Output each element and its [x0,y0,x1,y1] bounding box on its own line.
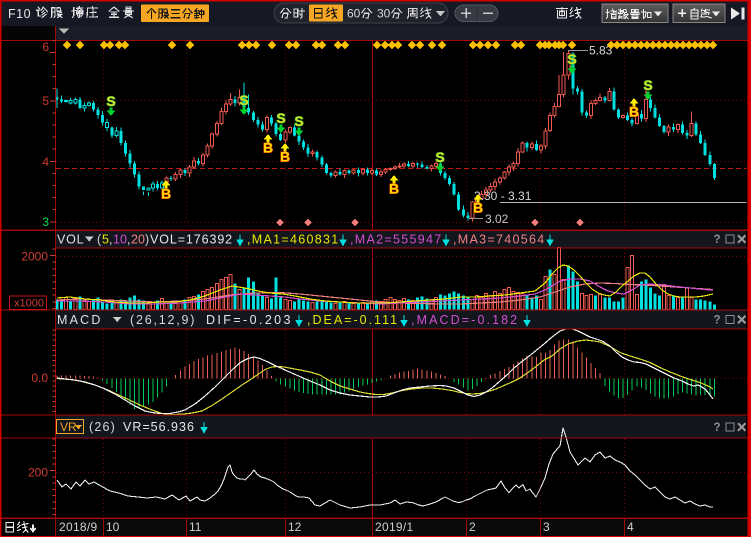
svg-text:2019/1: 2019/1 [375,520,414,534]
svg-text:2018/9: 2018/9 [59,520,98,534]
svg-text:?: ? [713,315,720,327]
svg-text:VOL: VOL [57,233,84,247]
svg-text:2: 2 [469,520,476,534]
svg-text:,: , [127,233,130,247]
svg-text:3: 3 [42,215,49,229]
svg-text:S: S [276,110,285,126]
svg-text:5: 5 [42,94,49,108]
svg-text:S: S [106,93,115,109]
svg-text:,MA3=740564: ,MA3=740564 [453,233,546,247]
svg-text:,: , [109,233,112,247]
svg-text:,MA1=460831: ,MA1=460831 [247,233,340,247]
svg-text:B: B [473,200,483,216]
svg-text:VOL=176392: VOL=176392 [150,233,233,247]
svg-text:11: 11 [189,520,202,534]
svg-text:S: S [294,113,303,129]
svg-text:6: 6 [42,40,49,54]
svg-text:DIF=-0.203: DIF=-0.203 [206,313,293,327]
svg-text:4: 4 [42,155,49,169]
svg-text:S: S [239,92,248,108]
svg-text:?: ? [713,422,720,434]
svg-text:S: S [567,51,576,67]
svg-text:(26,12,9): (26,12,9) [130,313,196,327]
svg-text:,DEA=-0.111: ,DEA=-0.111 [307,313,399,327]
svg-text:2000: 2000 [21,250,48,264]
svg-text:(26): (26) [89,420,116,434]
svg-text:60: 60 [347,7,361,21]
svg-text:VR=56.936: VR=56.936 [123,420,195,434]
svg-text:B: B [161,186,171,202]
svg-text:?: ? [713,234,720,246]
svg-text:4: 4 [627,520,634,534]
svg-text:B: B [629,104,639,120]
svg-text:): ) [145,233,149,247]
svg-text:S: S [643,77,652,93]
svg-text:3.02: 3.02 [485,212,509,226]
svg-text:B: B [280,149,290,165]
svg-text:0.0: 0.0 [31,371,48,385]
svg-text:MACD: MACD [57,313,103,327]
svg-text:VR: VR [60,420,77,434]
svg-text:,MA2=555947: ,MA2=555947 [350,233,443,247]
svg-text:F10: F10 [8,7,31,21]
svg-text:12: 12 [288,520,302,534]
svg-text:S: S [435,149,444,165]
svg-text:x1000: x1000 [14,298,44,310]
svg-text:20: 20 [131,233,145,247]
svg-text:,MACD=-0.182: ,MACD=-0.182 [411,313,519,327]
svg-text:B: B [389,181,399,197]
svg-text:3: 3 [543,520,550,534]
svg-text:10: 10 [106,520,120,534]
svg-text:10: 10 [113,233,127,247]
svg-text:5: 5 [102,233,109,247]
svg-text:30: 30 [377,7,391,21]
svg-text:200: 200 [28,466,48,480]
svg-text:B: B [263,140,273,156]
